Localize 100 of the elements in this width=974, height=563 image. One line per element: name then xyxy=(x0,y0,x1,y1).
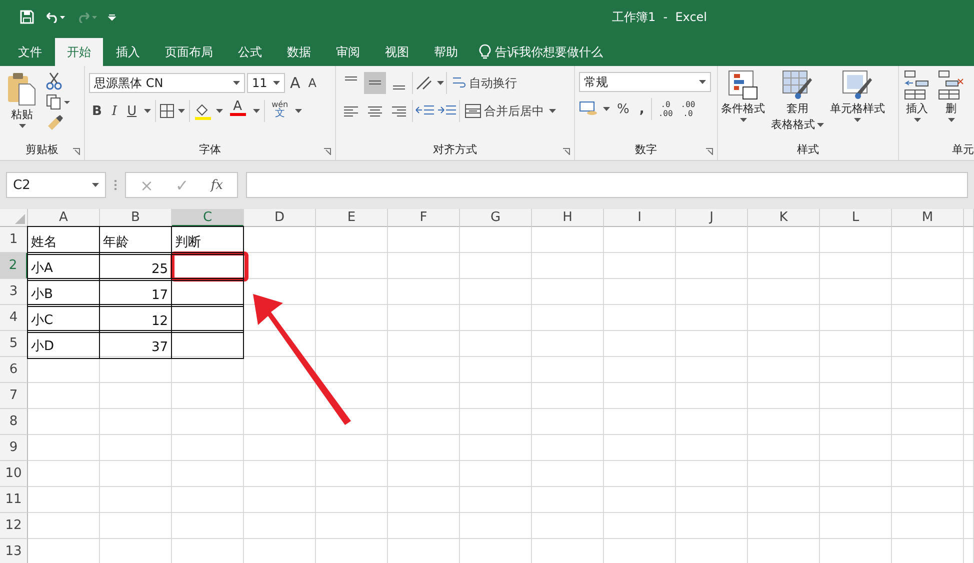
dialog-launcher-icon[interactable] xyxy=(706,148,713,155)
ribbon-tab[interactable]: 页面布局 xyxy=(153,38,225,66)
table-cell[interactable]: 小B xyxy=(27,278,100,307)
caret-icon xyxy=(437,81,444,85)
caret-icon xyxy=(740,118,746,122)
tell-me-search[interactable]: 告诉我你想要做什么 xyxy=(495,44,603,60)
increase-decimal-button[interactable]: .0 .00 xyxy=(656,100,675,118)
insert-cells-button[interactable]: 插入 xyxy=(901,70,933,138)
ribbon-tab[interactable]: 数据 xyxy=(275,38,323,66)
row-header[interactable]: 8 xyxy=(0,409,28,435)
name-box[interactable]: C2 xyxy=(6,172,106,198)
ribbon-tab[interactable]: 公式 xyxy=(226,38,274,66)
font-size-field[interactable]: 11 xyxy=(247,73,285,93)
cell-styles-button[interactable]: 单元格样式 xyxy=(827,70,888,138)
currency-icon[interactable] xyxy=(579,100,599,118)
delete-cells-button[interactable]: 删 xyxy=(935,70,967,138)
grip-icon xyxy=(114,179,117,191)
ribbon-tab[interactable]: 视图 xyxy=(373,38,421,66)
group-label: 单元 xyxy=(952,142,974,156)
undo-icon[interactable] xyxy=(44,11,66,23)
caret-icon xyxy=(273,81,280,85)
row-header[interactable]: 13 xyxy=(0,539,28,563)
table-cell[interactable]: 37 xyxy=(99,330,172,359)
number-format-field[interactable]: 常规 xyxy=(579,72,711,92)
row-header[interactable]: 3 xyxy=(0,279,28,305)
formula-input[interactable] xyxy=(246,172,968,198)
comma-button[interactable]: , xyxy=(636,98,648,120)
row-header[interactable]: 10 xyxy=(0,461,28,487)
middle-align-icon[interactable] xyxy=(364,72,386,94)
percent-button[interactable]: % xyxy=(614,98,632,120)
column-header[interactable]: L xyxy=(820,209,892,227)
ribbon-tab[interactable]: 开始 xyxy=(55,38,103,66)
conditional-format-button[interactable]: 条件格式 xyxy=(718,70,768,138)
insert-function-button[interactable]: fx xyxy=(210,178,223,192)
table-cell[interactable]: 25 xyxy=(99,252,172,281)
table-cell[interactable] xyxy=(171,304,244,333)
table-cell[interactable] xyxy=(171,330,244,359)
column-header[interactable]: K xyxy=(748,209,820,227)
table-cell[interactable]: 年龄 xyxy=(99,226,172,255)
dialog-launcher-icon[interactable] xyxy=(563,148,570,155)
customize-icon[interactable] xyxy=(108,13,116,21)
delete-cells-icon xyxy=(938,70,964,100)
ribbon-tab[interactable]: 审阅 xyxy=(324,38,372,66)
row-header[interactable]: 5 xyxy=(0,331,28,357)
save-icon[interactable] xyxy=(20,10,34,24)
row-header[interactable]: 12 xyxy=(0,513,28,539)
scissors-icon[interactable] xyxy=(46,72,62,90)
table-cell[interactable]: 小A xyxy=(27,252,100,281)
row-header[interactable]: 9 xyxy=(0,435,28,461)
column-header[interactable]: E xyxy=(316,209,388,227)
column-header[interactable]: M xyxy=(892,209,964,227)
column-header[interactable]: F xyxy=(388,209,460,227)
column-header[interactable]: H xyxy=(532,209,604,227)
table-brush-icon xyxy=(782,70,814,100)
underline-button[interactable]: U xyxy=(124,100,140,122)
table-cell[interactable] xyxy=(171,278,244,307)
paste-button[interactable]: 粘贴 xyxy=(4,72,40,138)
row-header[interactable]: 6 xyxy=(0,357,28,383)
font-color-button[interactable]: A xyxy=(226,100,249,122)
decrease-decimal-button[interactable]: .00 .0 xyxy=(678,100,698,118)
row-header[interactable]: 4 xyxy=(0,305,28,331)
table-cell[interactable]: 小D xyxy=(27,330,100,359)
format-as-table-button[interactable]: 套用 表格格式 xyxy=(768,70,827,138)
table-cell[interactable]: 12 xyxy=(99,304,172,333)
table-cell[interactable]: 判断 xyxy=(171,226,244,255)
italic-button[interactable]: I xyxy=(108,100,120,122)
row-header[interactable]: 7 xyxy=(0,383,28,409)
caret-icon xyxy=(914,118,920,122)
fill-color-icon[interactable] xyxy=(194,102,212,120)
grow-font-button[interactable]: A xyxy=(287,72,304,94)
ribbon-tab[interactable]: 文件 xyxy=(6,38,54,66)
format-painter-icon[interactable] xyxy=(46,114,64,130)
group-label: 字体 xyxy=(199,142,221,156)
shrink-font-button[interactable]: A xyxy=(305,72,320,94)
copy-icon[interactable] xyxy=(46,94,70,110)
ribbon-tab[interactable]: 帮助 xyxy=(422,38,470,66)
row-header[interactable]: 11 xyxy=(0,487,28,513)
bold-button[interactable]: B xyxy=(89,100,105,122)
column-header[interactable]: D xyxy=(244,209,316,227)
column-header[interactable]: A xyxy=(28,209,100,227)
column-header[interactable]: J xyxy=(676,209,748,227)
table-cell[interactable]: 17 xyxy=(99,278,172,307)
wrap-text-button[interactable]: 自动换行 xyxy=(449,72,520,94)
column-header[interactable]: G xyxy=(460,209,532,227)
caret-icon xyxy=(252,109,260,113)
table-cell[interactable]: 姓名 xyxy=(27,226,100,255)
dialog-launcher-icon[interactable] xyxy=(73,148,80,155)
column-header[interactable]: B xyxy=(100,209,172,227)
row-header[interactable]: 1 xyxy=(0,227,28,253)
ribbon-tab[interactable]: 插入 xyxy=(104,38,152,66)
borders-icon[interactable] xyxy=(160,104,174,118)
row-header[interactable]: 2 xyxy=(0,253,28,279)
dialog-launcher-icon[interactable] xyxy=(324,148,331,155)
merge-center-button[interactable]: 合并后居中 xyxy=(462,100,547,122)
font-name-field[interactable]: 思源黑体 CN xyxy=(89,73,245,93)
table-cell[interactable]: 小C xyxy=(27,304,100,333)
caret-icon xyxy=(699,80,706,84)
column-header[interactable]: I xyxy=(604,209,676,227)
column-header[interactable]: C xyxy=(172,209,244,227)
phonetic-button[interactable]: wén 文 xyxy=(268,100,292,122)
